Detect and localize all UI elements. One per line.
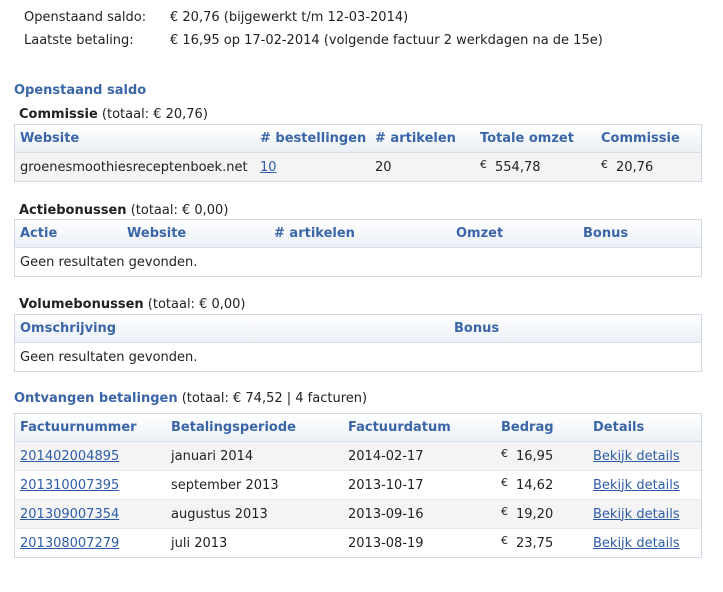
amount-cell: 14,62 (516, 477, 554, 493)
volume-bonus-total: (totaal: € 0,00) (147, 297, 246, 312)
action-bonus-total: (totaal: € 0,00) (130, 203, 229, 218)
payments-table-header: Factuurnummer Betalingsperiode Factuurda… (15, 414, 701, 442)
table-row: 201402004895 januari 2014 2014-02-17 € 1… (15, 442, 701, 471)
open-balance-row: Openstaand saldo: € 20,76 (bijgewerkt t/… (24, 6, 603, 29)
col-revenue: Totale omzet (480, 131, 574, 146)
commission-cell: 20,76 (616, 159, 654, 175)
col-action: Actie (20, 226, 58, 241)
date-cell: 2013-10-17 (348, 477, 424, 493)
col-invoice: Factuurnummer (20, 420, 137, 435)
balance-summary: Openstaand saldo: € 20,76 (bijgewerkt t/… (24, 6, 603, 52)
orders-link[interactable]: 10 (260, 160, 277, 175)
open-balance-section-title: Openstaand saldo (14, 83, 147, 98)
last-payment-label: Laatste betaling: (24, 33, 134, 48)
articles-cell: 20 (375, 159, 392, 175)
last-payment-row: Laatste betaling: € 16,95 op 17-02-2014 … (24, 29, 603, 52)
payments-heading: Ontvangen betalingen (14, 391, 178, 406)
details-link[interactable]: Bekijk details (593, 536, 680, 551)
volume-bonus-title: Volumebonussen (totaal: € 0,00) (19, 297, 246, 312)
website-cell: groenesmoothiesreceptenboek.net (20, 159, 248, 175)
volume-bonus-table: Omschrijving Bonus Geen resultaten gevon… (14, 314, 702, 372)
col-website: Website (127, 226, 187, 241)
commission-table: Website # bestellingen # artikelen Total… (14, 124, 702, 182)
invoice-link[interactable]: 201309007354 (20, 507, 119, 522)
empty-row: Geen resultaten gevonden. (15, 248, 701, 276)
date-cell: 2014-02-17 (348, 448, 424, 464)
commission-title: Commissie (totaal: € 20,76) (19, 107, 208, 122)
empty-message: Geen resultaten gevonden. (20, 349, 198, 365)
invoice-link[interactable]: 201310007395 (20, 478, 119, 493)
commission-total: (totaal: € 20,76) (101, 107, 208, 122)
col-description: Omschrijving (20, 321, 117, 336)
commission-currency: € (601, 158, 608, 171)
revenue-currency: € (480, 158, 487, 171)
last-payment-value: € 16,95 op 17-02-2014 (volgende factuur … (170, 33, 603, 48)
amount-currency: € (501, 505, 508, 518)
empty-message: Geen resultaten gevonden. (20, 254, 198, 270)
payments-table: Factuurnummer Betalingsperiode Factuurda… (14, 413, 702, 558)
empty-row: Geen resultaten gevonden. (15, 343, 701, 371)
table-row: groenesmoothiesreceptenboek.net 10 20 € … (15, 153, 701, 181)
amount-cell: 19,20 (516, 506, 554, 522)
col-articles: # artikelen (375, 131, 456, 146)
details-link[interactable]: Bekijk details (593, 449, 680, 464)
volume-bonus-table-header: Omschrijving Bonus (15, 315, 701, 343)
payments-title: Ontvangen betalingen (totaal: € 74,52 | … (14, 391, 367, 406)
table-row: 201310007395 september 2013 2013-10-17 €… (15, 471, 701, 500)
table-row: 201309007354 augustus 2013 2013-09-16 € … (15, 500, 701, 529)
amount-currency: € (501, 476, 508, 489)
period-cell: juli 2013 (171, 535, 228, 551)
amount-cell: 23,75 (516, 535, 554, 551)
open-balance-label: Openstaand saldo: (24, 10, 147, 25)
table-row: 201308007279 juli 2013 2013-08-19 € 23,7… (15, 529, 701, 557)
col-revenue: Omzet (456, 226, 504, 241)
col-amount: Bedrag (501, 420, 554, 435)
open-balance-value: € 20,76 (bijgewerkt t/m 12-03-2014) (170, 10, 409, 25)
details-link[interactable]: Bekijk details (593, 507, 680, 522)
col-date: Factuurdatum (348, 420, 451, 435)
amount-currency: € (501, 447, 508, 460)
amount-currency: € (501, 534, 508, 547)
amount-cell: 16,95 (516, 448, 554, 464)
col-bonus: Bonus (454, 321, 500, 336)
col-commission: Commissie (601, 131, 680, 146)
invoice-link[interactable]: 201308007279 (20, 536, 119, 551)
volume-bonus-heading: Volumebonussen (19, 297, 144, 312)
col-articles: # artikelen (274, 226, 355, 241)
col-website: Website (20, 131, 80, 146)
period-cell: augustus 2013 (171, 506, 268, 522)
commission-table-header: Website # bestellingen # artikelen Total… (15, 125, 701, 153)
col-details: Details (593, 420, 645, 435)
date-cell: 2013-08-19 (348, 535, 424, 551)
commission-heading: Commissie (19, 107, 98, 122)
action-bonus-heading: Actiebonussen (19, 203, 127, 218)
action-bonus-table: Actie Website # artikelen Omzet Bonus Ge… (14, 219, 702, 277)
col-orders: # bestellingen (260, 131, 367, 146)
action-bonus-table-header: Actie Website # artikelen Omzet Bonus (15, 220, 701, 248)
action-bonus-title: Actiebonussen (totaal: € 0,00) (19, 203, 228, 218)
col-bonus: Bonus (583, 226, 629, 241)
date-cell: 2013-09-16 (348, 506, 424, 522)
period-cell: september 2013 (171, 477, 279, 493)
period-cell: januari 2014 (171, 448, 254, 464)
details-link[interactable]: Bekijk details (593, 478, 680, 493)
revenue-cell: 554,78 (495, 159, 541, 175)
payments-total: (totaal: € 74,52 | 4 facturen) (181, 391, 368, 406)
col-period: Betalingsperiode (171, 420, 296, 435)
invoice-link[interactable]: 201402004895 (20, 449, 119, 464)
